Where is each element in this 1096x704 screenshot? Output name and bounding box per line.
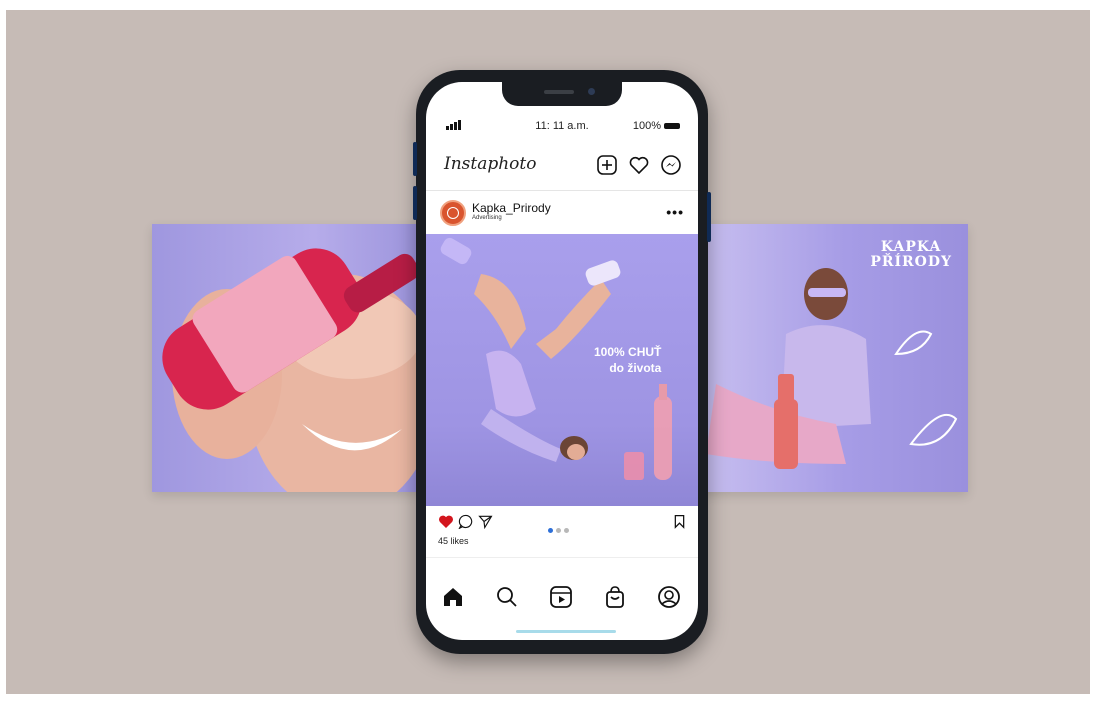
home-icon[interactable] — [440, 584, 466, 610]
notch — [502, 82, 622, 106]
volume-button — [413, 142, 417, 176]
messenger-icon[interactable] — [660, 154, 682, 176]
account-name[interactable]: Kapka_Prirody — [472, 201, 551, 215]
avatar[interactable] — [440, 200, 466, 226]
more-options-icon[interactable]: ••• — [666, 204, 684, 220]
volume-button — [413, 186, 417, 220]
app-logo[interactable]: Instaphoto — [444, 154, 537, 174]
add-post-icon[interactable] — [596, 154, 618, 176]
post-overlay-text: 100% CHUŤ do života — [594, 344, 661, 376]
battery-label: 100% — [632, 120, 661, 132]
phone-mockup: 11: 11 a.m. 100% Instaphoto Kapka_Prirod… — [413, 70, 711, 654]
reels-icon[interactable] — [548, 584, 574, 610]
carousel-image-right[interactable]: KAPKA PŘÍRODY — [696, 224, 968, 492]
carousel-dots[interactable] — [548, 520, 569, 538]
comment-icon[interactable] — [458, 514, 473, 529]
share-icon[interactable] — [478, 514, 493, 529]
battery-icon — [664, 123, 680, 130]
heart-icon[interactable] — [628, 154, 650, 176]
power-button — [707, 192, 711, 242]
account-subtitle: Advertising — [472, 215, 502, 221]
backdrop: KAPKA PŘÍRODY 11: 11 a.m. 100% Instaphot… — [6, 10, 1090, 694]
bookmark-icon[interactable] — [673, 514, 686, 529]
overlay-line-2: do života — [609, 361, 662, 375]
shop-icon[interactable] — [602, 584, 628, 610]
carousel-dot[interactable] — [564, 528, 569, 533]
camera — [588, 88, 595, 95]
app-header: Instaphoto — [426, 140, 698, 191]
profile-icon[interactable] — [656, 584, 682, 610]
bottom-tab-bar — [426, 580, 698, 620]
brand-logo-text: KAPKA PŘÍRODY — [870, 239, 952, 270]
brand-avatar-icon — [447, 207, 459, 219]
search-icon[interactable] — [494, 584, 520, 610]
carousel-dot[interactable] — [556, 528, 561, 533]
likes-count[interactable]: 45 likes — [438, 536, 469, 546]
overlay-line-1: 100% CHUŤ — [594, 345, 662, 359]
divider — [426, 557, 698, 558]
bottle-woman-photo — [162, 248, 422, 492]
liked-heart-icon[interactable] — [438, 514, 454, 529]
carousel-dot-active[interactable] — [548, 528, 553, 533]
carousel-image-left[interactable] — [152, 224, 422, 492]
status-battery: 100% — [633, 120, 680, 132]
post-header: Kapka_Prirody Advertising ••• — [426, 192, 698, 234]
phone-screen: 11: 11 a.m. 100% Instaphoto Kapka_Prirod… — [426, 82, 698, 640]
home-indicator[interactable] — [516, 630, 616, 633]
post-image[interactable]: 100% CHUŤ do života — [426, 234, 698, 506]
speaker — [544, 90, 574, 94]
